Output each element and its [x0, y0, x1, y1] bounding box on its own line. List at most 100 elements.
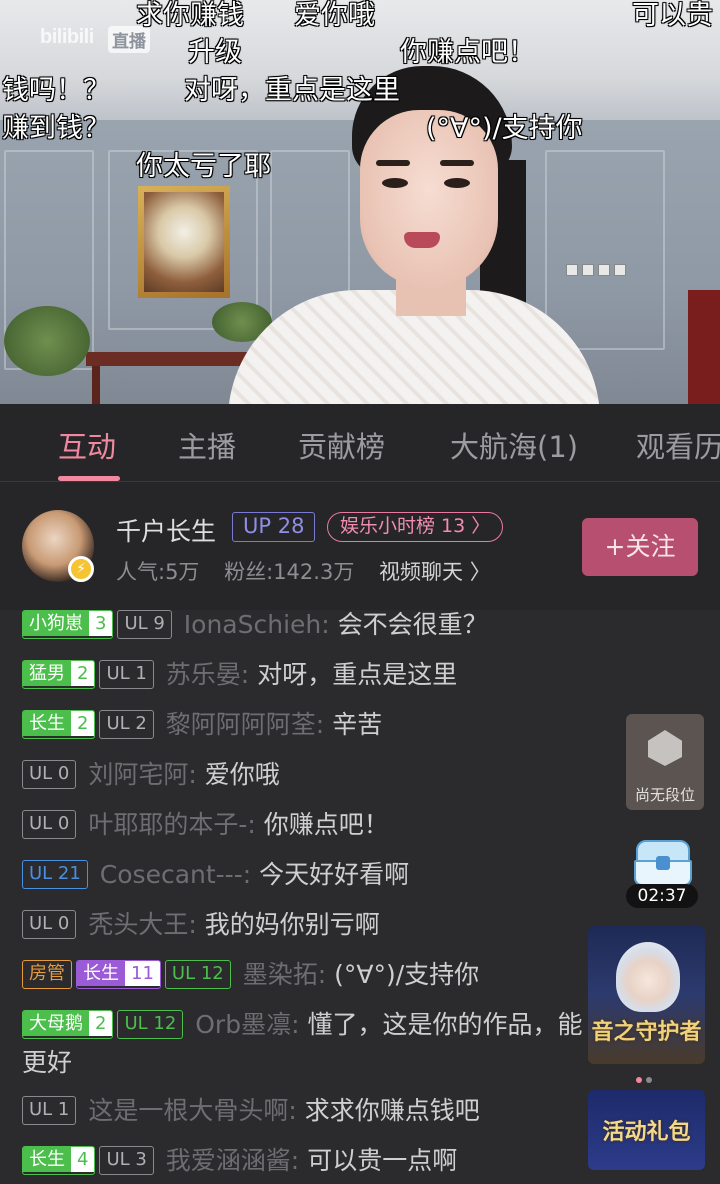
chat-username[interactable]: IonaSchieh: [184, 610, 330, 639]
danmaku: 你赚点吧！ [400, 37, 535, 68]
chat-text: 我的妈你别亏啊 [204, 910, 380, 939]
danmaku: 钱吗！？ [2, 75, 110, 106]
wall-panel [545, 150, 665, 350]
streamer-info-bar: ⚡ 千户长生 UP 28 娱乐小时榜 13 〉 人气:5万 粉丝:142.3万 … [0, 482, 720, 610]
chat-username[interactable]: 这是一根大骨头啊: [88, 1096, 296, 1125]
pagination-dot [646, 1077, 652, 1083]
gift-pack-banner[interactable]: 活动礼包 [588, 1090, 705, 1170]
streamer-name: 千户长生 [116, 517, 217, 546]
chat-username[interactable]: 我爱涵涵酱: [166, 1146, 299, 1175]
chat-username[interactable]: 黎阿阿阿阿荃: [166, 710, 324, 739]
chat-message: 长生 2 UL 2 黎阿阿阿阿荃: 辛苦 [22, 709, 602, 741]
mouth [404, 232, 440, 248]
chat-text: 你赚点吧！ [263, 810, 389, 839]
chat-username[interactable]: Cosecant---: [100, 860, 251, 889]
admin-badge: 房管 [22, 959, 72, 989]
user-level-badge: UL 1 [22, 1095, 77, 1125]
tab-guard[interactable]: 大航海(1) [450, 424, 578, 466]
side-table [86, 352, 266, 366]
user-level-badge: UL 9 [117, 610, 172, 639]
chat-message: 小狗崽 3 UL 9 IonaSchieh: 会不会很重？ [22, 610, 602, 641]
video-chat-link[interactable]: 视频聊天 〉 [379, 560, 491, 584]
user-level-badge: UL 21 [22, 859, 88, 889]
painting [138, 186, 230, 298]
user-level-badge: UL 0 [22, 759, 77, 789]
tab-streamer[interactable]: 主播 [178, 424, 236, 466]
fan-medal[interactable]: 长生 2 [22, 709, 96, 739]
fan-medal[interactable]: 大母鹅 2 [22, 1009, 114, 1039]
bilibili-logo: bilibili [40, 26, 94, 48]
chat-text: 对呀，重点是这里 [257, 660, 458, 689]
treasure-chest-icon[interactable] [632, 840, 694, 888]
up-level-badge: UP 28 [232, 512, 316, 542]
chat-message: 猛男 2 UL 1 苏乐晏: 对呀，重点是这里 [22, 659, 602, 691]
chat-message: UL 0 刘阿宅阿: 爱你哦 [22, 759, 602, 791]
streamer-stats: 人气:5万 粉丝:142.3万 视频聊天 〉 [116, 556, 509, 586]
chat-message: 房管 长生 11 UL 12 墨染拓: (°∀°)/支持你 [22, 959, 602, 991]
chat-message: UL 1 这是一根大骨头啊: 求求你赚点钱吧 [22, 1095, 602, 1127]
brow [376, 160, 410, 166]
banner-pagination [636, 1068, 656, 1087]
light-switch [614, 264, 626, 276]
fan-medal[interactable]: 小狗崽 3 [22, 610, 114, 639]
live-video-player[interactable]: bilibili 直播 求你赚钱 爱你哦 可以贵 升级 你赚点吧！ 钱吗！？ 对… [0, 0, 720, 404]
user-level-badge: UL 2 [99, 709, 154, 739]
chat-username[interactable]: Orb墨凛: [195, 1010, 299, 1039]
chat-username[interactable]: 刘阿宅阿: [88, 760, 196, 789]
follow-button[interactable]: +关注 [582, 518, 698, 576]
chat-text: 爱你哦 [204, 760, 280, 789]
fan-medal[interactable]: 猛男 2 [22, 659, 96, 689]
light-switch [582, 264, 594, 276]
banner-title: 音之守护者 [591, 1019, 702, 1045]
user-level-badge: UL 1 [99, 659, 154, 689]
chat-text: 辛苦 [332, 710, 383, 739]
chat-text: 会不会很重？ [337, 610, 488, 639]
chest-timer: 02:37 [626, 884, 698, 908]
user-level-badge: UL 3 [99, 1145, 154, 1175]
chat-username[interactable]: 叶耶耶的本子-: [88, 810, 255, 839]
active-tab-indicator [58, 476, 120, 481]
danmaku: 可以贵 [632, 0, 713, 31]
danmaku: 升级 [188, 37, 242, 68]
fans-count: 粉丝:142.3万 [224, 560, 355, 584]
chat-message: UL 0 叶耶耶的本子-: 你赚点吧！ [22, 809, 602, 841]
tab-contribution[interactable]: 贡献榜 [298, 424, 385, 466]
chat-list[interactable]: 小狗崽 3 UL 9 IonaSchieh: 会不会很重？ 猛男 2 UL 1 苏乐晏:… [0, 610, 720, 1184]
danmaku: 求你赚钱 [136, 0, 244, 31]
eye [444, 178, 470, 188]
lightning-icon: ⚡ [68, 556, 94, 582]
hourly-rank-badge[interactable]: 娱乐小时榜 13 〉 [327, 512, 504, 542]
user-level-badge: UL 12 [117, 1009, 184, 1039]
banner-character [616, 942, 680, 1012]
chat-message: 长生 4 UL 3 我爱涵涵酱: 可以贵一点啊 [22, 1145, 602, 1177]
tab-watch-history[interactable]: 观看历 [636, 424, 720, 466]
eye [382, 178, 408, 188]
tab-bar: 互动 主播 贡献榜 大航海(1) 观看历 [0, 404, 720, 482]
chat-username[interactable]: 秃头大王: [88, 910, 196, 939]
tab-interact[interactable]: 互动 [58, 424, 116, 466]
user-level-badge: UL 0 [22, 909, 77, 939]
popularity-count: 人气:5万 [116, 560, 200, 584]
chat-text: 今天好好看啊 [259, 860, 410, 889]
user-level-badge: UL 0 [22, 809, 77, 839]
event-banner[interactable]: 音之守护者 [588, 926, 705, 1064]
chat-username[interactable]: 苏乐晏: [166, 660, 249, 689]
danmaku: 爱你哦 [294, 0, 375, 31]
fan-medal[interactable]: 长生 4 [22, 1145, 96, 1175]
fan-medal[interactable]: 长生 11 [76, 959, 161, 989]
light-switch [566, 264, 578, 276]
chat-message: UL 0 秃头大王: 我的妈你别亏啊 [22, 909, 602, 941]
chat-message: UL 21 Cosecant---: 今天好好看啊 [22, 859, 602, 891]
danmaku: 你太亏了耶 [136, 151, 271, 182]
rank-widget[interactable]: 尚无段位 [626, 714, 704, 810]
light-switch [598, 264, 610, 276]
chat-text: (°∀°)/支持你 [334, 960, 480, 989]
avatar[interactable]: ⚡ [22, 510, 94, 582]
danmaku: 对呀，重点是这里 [184, 75, 400, 106]
table-leg [92, 366, 100, 404]
gift-pack-title: 活动礼包 [602, 1119, 691, 1145]
chat-message: 大母鹅 2 UL 12 Orb墨凛: 懂了，这是你的作品，能更好 [22, 1006, 602, 1082]
chat-username[interactable]: 墨染拓: [243, 960, 326, 989]
red-cabinet [688, 290, 720, 404]
rank-label: 尚无段位 [634, 786, 695, 804]
